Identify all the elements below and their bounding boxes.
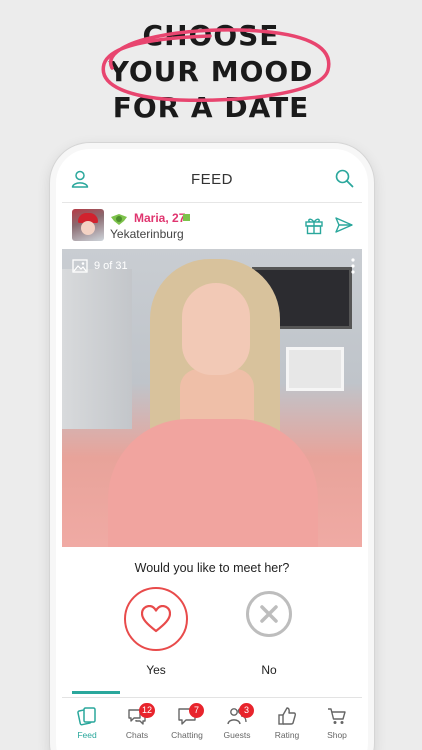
- yes-button[interactable]: [124, 587, 188, 651]
- tab-chats[interactable]: 12 Chats: [112, 698, 162, 750]
- tab-guests[interactable]: 3 Guests: [212, 698, 262, 750]
- photo-counter-label: 9 of 31: [94, 260, 128, 272]
- search-icon[interactable]: [334, 168, 354, 188]
- tab-label: Guests: [223, 730, 251, 740]
- active-tab-indicator: [72, 691, 120, 694]
- promo-line: CHOOSE: [142, 19, 280, 52]
- promo-line: YOUR MOOD: [108, 55, 314, 88]
- no-label: No: [261, 663, 277, 677]
- feed-cards-icon: [77, 707, 96, 726]
- app-screen: FEED Maria, 27 Yekaterinburg 9 of 31 Wou…: [62, 155, 362, 750]
- send-icon[interactable]: [334, 215, 354, 235]
- user-city: Yekaterinburg: [110, 227, 184, 241]
- image-icon: [72, 259, 88, 273]
- top-bar: FEED: [62, 155, 362, 203]
- phone-frame: FEED Maria, 27 Yekaterinburg 9 of 31 Wou…: [50, 143, 374, 750]
- thumbs-up-icon: [278, 707, 296, 725]
- promo-line: FOR A DATE: [112, 91, 310, 124]
- tab-label: Shop: [327, 730, 347, 740]
- tab-rating[interactable]: Rating: [262, 698, 312, 750]
- unread-count-badge: 3: [239, 703, 254, 718]
- yes-label: Yes: [146, 663, 166, 677]
- bottom-tab-bar: Feed 12 Chats 7 Chatting 3 Guests Rating…: [62, 691, 362, 750]
- close-icon: [260, 605, 278, 623]
- tab-label: Rating: [274, 730, 300, 740]
- online-status-indicator: [183, 214, 190, 221]
- tab-label: Chatting: [171, 730, 203, 740]
- gift-icon[interactable]: [304, 215, 324, 235]
- cart-icon: [328, 708, 346, 724]
- meet-prompt: Would you like to meet her? Yes No: [62, 547, 362, 697]
- tab-feed[interactable]: Feed: [62, 698, 112, 750]
- profile-header: Maria, 27 Yekaterinburg: [62, 203, 362, 249]
- tab-shop[interactable]: Shop: [312, 698, 362, 750]
- no-button[interactable]: [246, 591, 292, 637]
- unread-count-badge: 7: [189, 703, 204, 718]
- tab-label: Chats: [125, 730, 149, 740]
- vertical-dots-icon[interactable]: [350, 257, 356, 275]
- photo-counter: 9 of 31: [72, 259, 128, 273]
- user-name[interactable]: Maria, 27: [134, 211, 185, 225]
- page-title: FEED: [190, 171, 233, 188]
- avatar[interactable]: [72, 209, 104, 241]
- heart-icon: [141, 605, 171, 633]
- unread-count-badge: 12: [139, 703, 156, 718]
- tab-chatting[interactable]: 7 Chatting: [162, 698, 212, 750]
- tab-label: Feed: [77, 730, 97, 740]
- profile-photo[interactable]: 9 of 31: [62, 249, 362, 547]
- promo-headline: CHOOSE YOUR MOOD FOR A DATE: [0, 18, 422, 126]
- meet-question: Would you like to meet her?: [134, 561, 290, 575]
- green-wings-icon: [111, 214, 127, 225]
